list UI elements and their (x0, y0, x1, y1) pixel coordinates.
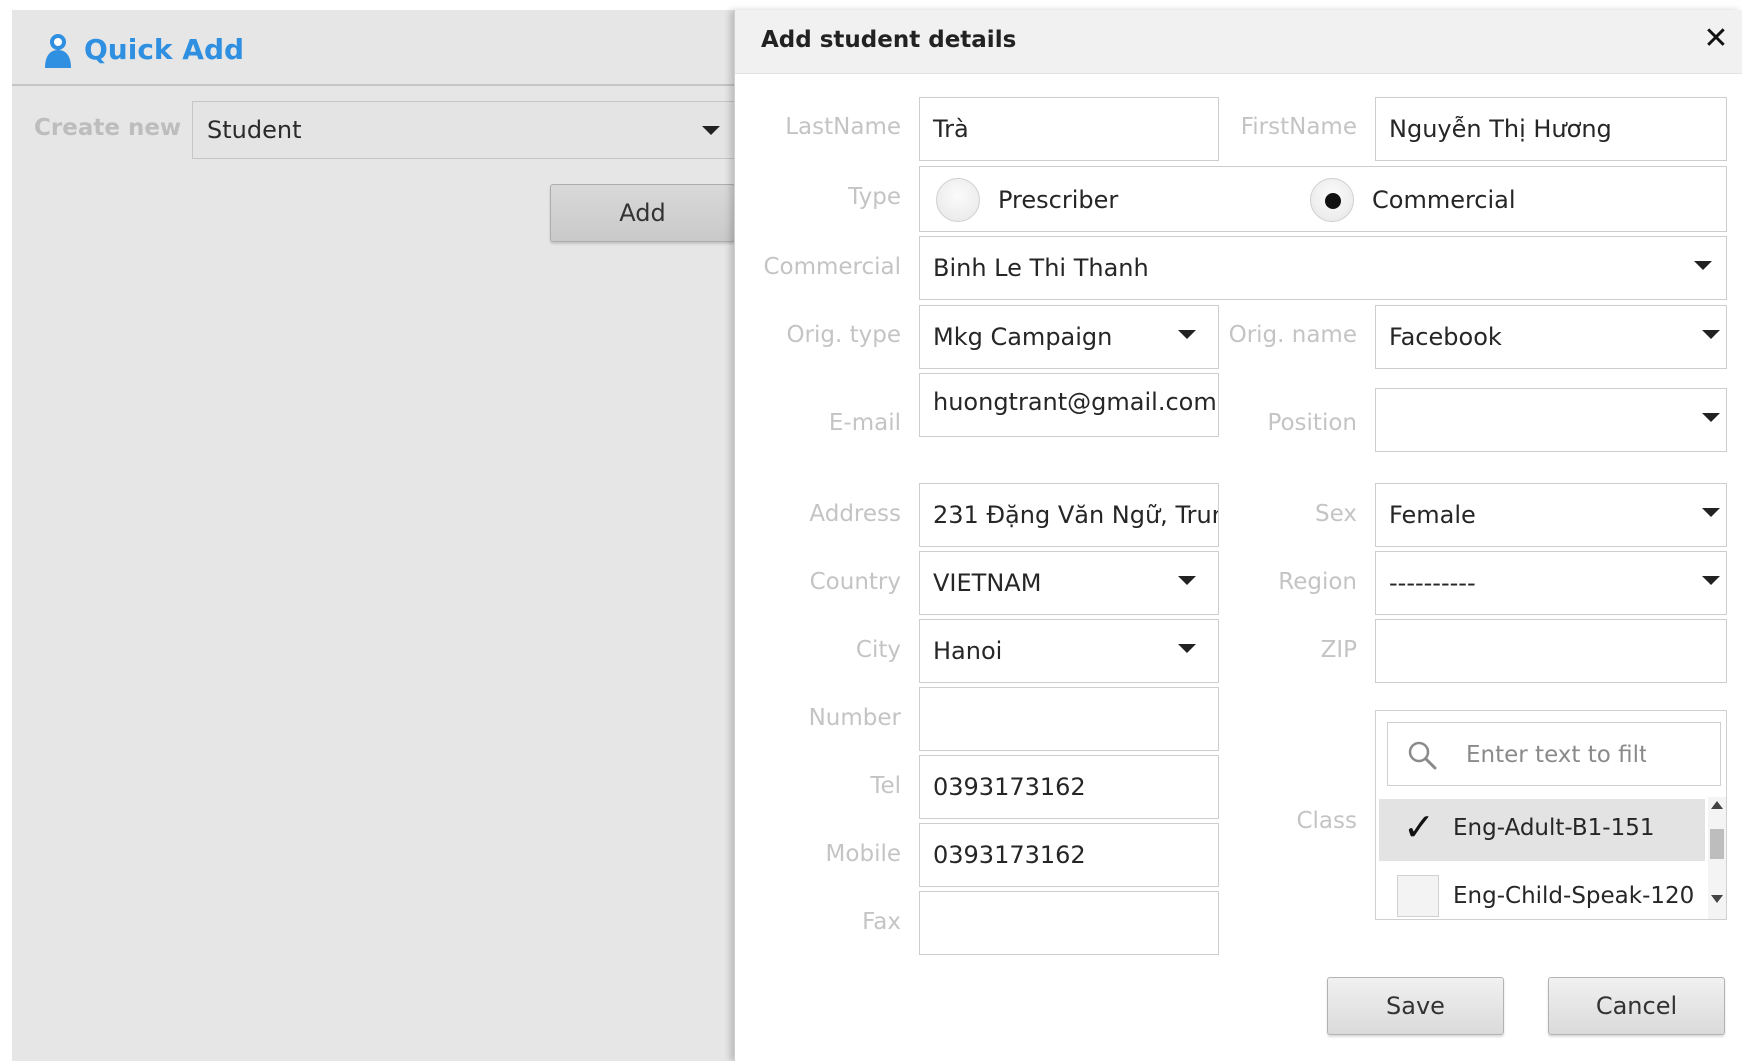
class-list-item[interactable]: ✓ Eng-Adult-B1-151 (1379, 799, 1705, 861)
class-list-item[interactable]: Eng-Child-Speak-120 (1379, 861, 1705, 919)
add-button[interactable]: Add (550, 184, 735, 242)
city-select[interactable]: Hanoi (919, 619, 1219, 683)
position-label: Position (1267, 410, 1357, 436)
region-select[interactable]: ---------- (1375, 551, 1727, 615)
commercial-select[interactable]: Binh Le Thi Thanh (919, 236, 1727, 300)
address-field[interactable]: 231 Đặng Văn Ngữ, Trung (919, 483, 1219, 547)
region-label: Region (1278, 569, 1357, 595)
user-icon (42, 32, 74, 72)
orig-name-value: Facebook (1389, 323, 1502, 351)
zip-label: ZIP (1320, 637, 1357, 663)
tel-value: 0393173162 (933, 773, 1086, 801)
zip-field[interactable] (1375, 619, 1727, 683)
country-label: Country (809, 569, 901, 595)
commercial-label: Commercial (763, 254, 901, 280)
radio-commercial[interactable] (1310, 178, 1354, 222)
orig-name-label: Orig. name (1228, 322, 1357, 348)
quick-add-panel: Quick Add Create new Student Add (12, 10, 736, 1061)
email-label: E-mail (828, 410, 901, 436)
create-new-label: Create new (34, 115, 182, 141)
lastname-label: LastName (785, 114, 901, 140)
number-label: Number (808, 705, 901, 731)
radio-prescriber-label[interactable]: Prescriber (998, 185, 1118, 215)
city-label: City (855, 637, 901, 663)
scroll-up-arrow-icon[interactable] (1711, 801, 1723, 809)
email-field[interactable]: huongtrant@gmail.com (919, 373, 1219, 437)
lastname-field[interactable]: Trà (919, 97, 1219, 161)
type-label: Type (848, 184, 901, 210)
close-icon[interactable]: ✕ (1701, 24, 1731, 54)
search-icon (1406, 739, 1438, 771)
class-checkbox[interactable]: ✓ (1397, 805, 1439, 849)
fax-field[interactable] (919, 891, 1219, 955)
tel-field[interactable]: 0393173162 (919, 755, 1219, 819)
class-item-label: Eng-Child-Speak-120 (1453, 883, 1695, 909)
class-filter-box (1387, 722, 1721, 786)
orig-type-select[interactable]: Mkg Campaign (919, 305, 1219, 369)
country-value: VIETNAM (933, 569, 1042, 597)
lastname-value: Trà (933, 115, 969, 143)
chevron-down-icon (1178, 330, 1196, 339)
class-checkbox[interactable] (1397, 875, 1439, 917)
create-new-select[interactable]: Student (192, 101, 735, 159)
class-list-scrollbar[interactable] (1708, 797, 1726, 919)
chevron-down-icon (1702, 576, 1720, 585)
commercial-value: Binh Le Thi Thanh (933, 254, 1149, 282)
save-button[interactable]: Save (1327, 977, 1504, 1035)
dialog-title: Add student details (761, 27, 1017, 53)
chevron-down-icon (1702, 330, 1720, 339)
chevron-down-icon (1178, 576, 1196, 585)
checkmark-icon: ✓ (1403, 805, 1435, 849)
class-item-label: Eng-Adult-B1-151 (1453, 815, 1655, 841)
firstname-label: FirstName (1240, 114, 1357, 140)
scroll-thumb[interactable] (1710, 829, 1724, 859)
mobile-value: 0393173162 (933, 841, 1086, 869)
orig-name-select[interactable]: Facebook (1375, 305, 1727, 369)
address-label: Address (809, 501, 901, 527)
class-list: ✓ Eng-Adult-B1-151 Eng-Child-Speak-120 (1375, 710, 1727, 920)
quick-add-title: Quick Add (84, 33, 245, 66)
fax-label: Fax (862, 909, 901, 935)
chevron-down-icon (702, 126, 720, 135)
quick-add-header: Quick Add (12, 10, 736, 86)
create-new-value: Student (207, 116, 302, 144)
chevron-down-icon (1178, 644, 1196, 653)
chevron-down-icon (1702, 508, 1720, 517)
email-value: huongtrant@gmail.com (933, 388, 1217, 416)
firstname-value: Nguyễn Thị Hương (1389, 115, 1612, 143)
region-value: ---------- (1389, 569, 1476, 597)
cancel-button[interactable]: Cancel (1548, 977, 1725, 1035)
mobile-field[interactable]: 0393173162 (919, 823, 1219, 887)
radio-selected-dot (1325, 193, 1341, 209)
orig-type-label: Orig. type (786, 322, 901, 348)
class-filter-input[interactable] (1466, 737, 1646, 773)
tel-label: Tel (870, 773, 901, 799)
city-value: Hanoi (933, 637, 1003, 665)
chevron-down-icon (1694, 261, 1712, 270)
type-radio-group: Prescriber Commercial (919, 166, 1727, 232)
firstname-field[interactable]: Nguyễn Thị Hương (1375, 97, 1727, 161)
scroll-down-arrow-icon[interactable] (1711, 895, 1723, 903)
sex-select[interactable]: Female (1375, 483, 1727, 547)
country-select[interactable]: VIETNAM (919, 551, 1219, 615)
position-select[interactable] (1375, 388, 1727, 452)
add-student-dialog: Add student details ✕ LastName Trà First… (734, 10, 1742, 1061)
chevron-down-icon (1702, 413, 1720, 422)
radio-commercial-label[interactable]: Commercial (1372, 185, 1516, 215)
number-field[interactable] (919, 687, 1219, 751)
mobile-label: Mobile (825, 841, 901, 867)
orig-type-value: Mkg Campaign (933, 323, 1113, 351)
dialog-header: Add student details ✕ (735, 10, 1742, 74)
address-value: 231 Đặng Văn Ngữ, Trung (933, 501, 1219, 529)
sex-value: Female (1389, 501, 1476, 529)
sex-label: Sex (1315, 501, 1357, 527)
class-label: Class (1296, 808, 1357, 834)
radio-prescriber[interactable] (936, 178, 980, 222)
